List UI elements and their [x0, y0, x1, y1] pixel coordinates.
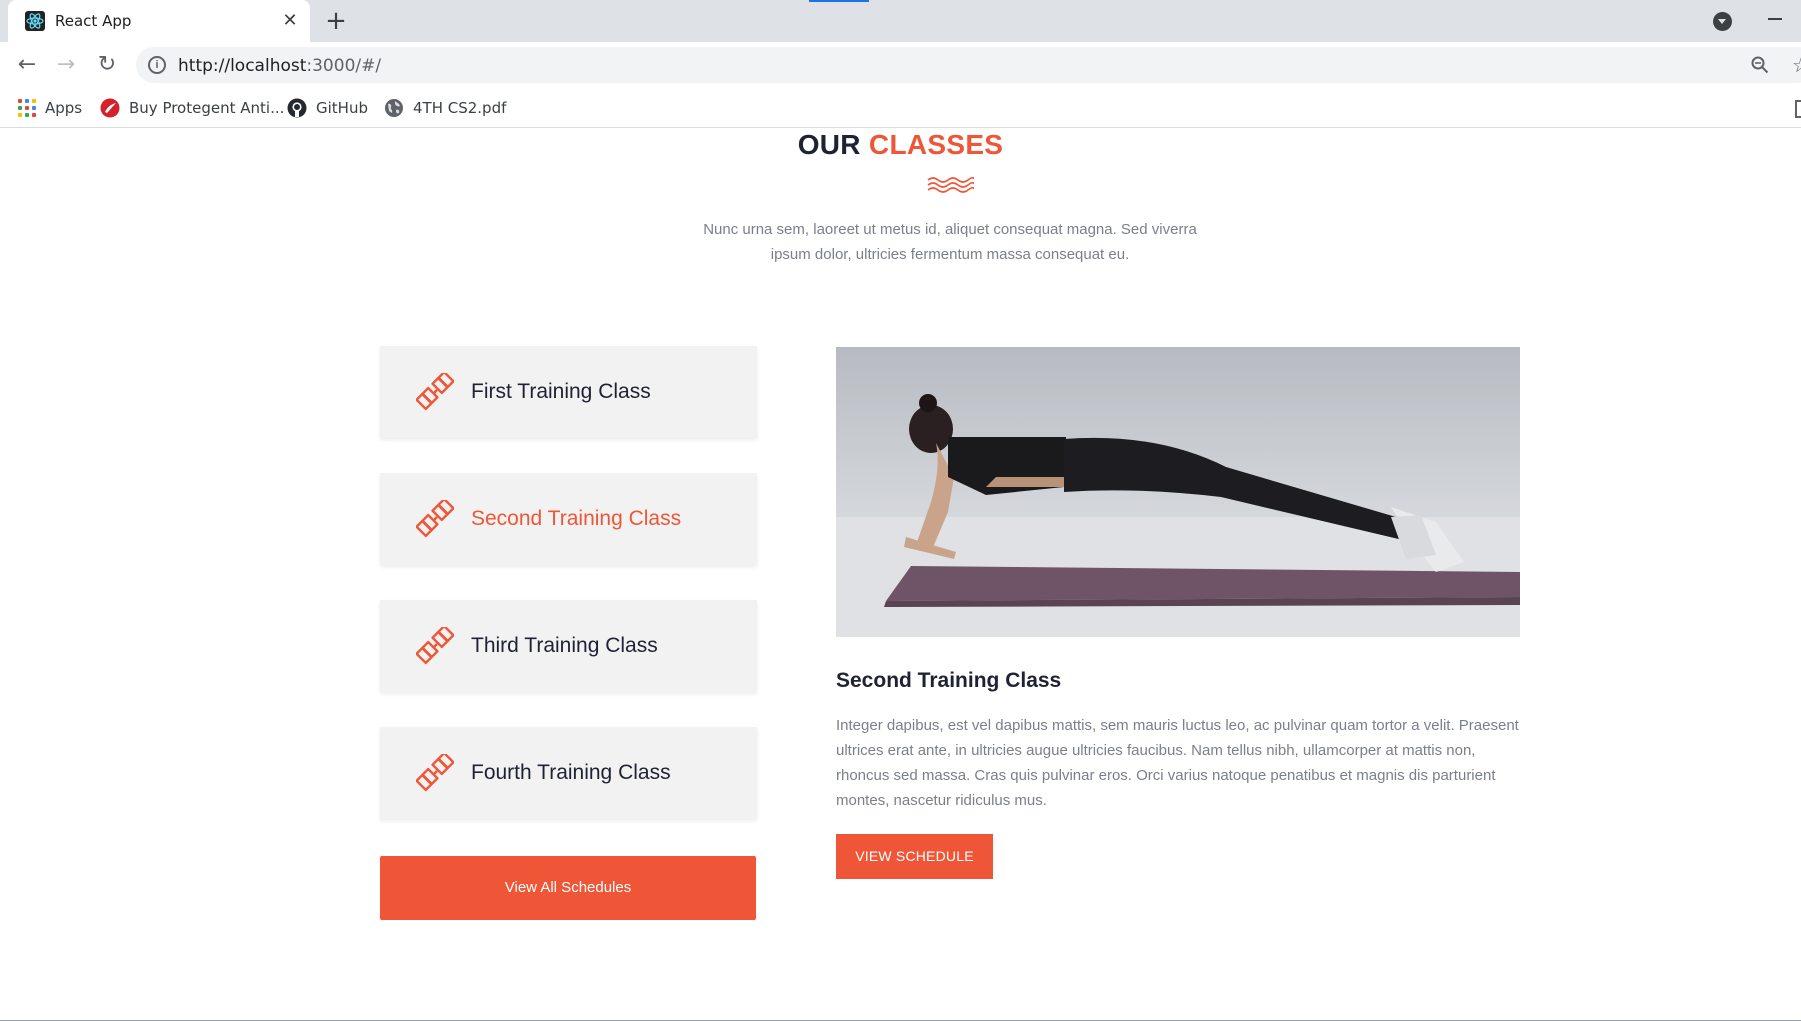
view-all-schedules-button[interactable]: View All Schedules: [380, 856, 756, 920]
zoom-out-icon[interactable]: [1751, 56, 1769, 74]
bookmark-label: 4TH CS2.pdf: [413, 99, 507, 117]
class-card-label: Fourth Training Class: [471, 761, 671, 784]
tab-strip: React App ✕ +: [0, 0, 1801, 42]
class-card-label: Third Training Class: [471, 634, 658, 657]
class-card-first[interactable]: First Training Class: [380, 346, 757, 438]
bookmark-star-icon[interactable]: ☆: [1792, 53, 1801, 78]
heading-accent: CLASSES: [868, 129, 1004, 160]
back-button[interactable]: ←: [14, 52, 40, 78]
class-card-label: First Training Class: [471, 380, 651, 403]
protegent-icon: [100, 98, 120, 118]
section-subtitle: Nunc urna sem, laoreet ut metus id, aliq…: [703, 221, 1197, 263]
new-tab-button[interactable]: +: [323, 8, 349, 35]
bookmark-protegent[interactable]: Buy Protegent Anti...: [100, 96, 284, 120]
url-text[interactable]: http://localhost:3000/#/: [178, 56, 381, 76]
forward-button[interactable]: →: [53, 52, 79, 78]
close-tab-icon[interactable]: ✕: [281, 11, 299, 29]
detail-title: Second Training Class: [836, 669, 1062, 692]
reload-button[interactable]: ↻: [94, 52, 120, 78]
dumbbell-icon: [416, 754, 454, 792]
bookmark-label: Apps: [45, 99, 83, 117]
section-heading: OUR CLASSES: [0, 129, 1801, 161]
minimize-window-button[interactable]: [1768, 18, 1782, 20]
loading-indicator: [809, 0, 869, 2]
view-schedule-button[interactable]: VIEW SCHEDULE: [836, 834, 993, 879]
class-card-third[interactable]: Third Training Class: [380, 600, 757, 692]
class-card-label: Second Training Class: [471, 507, 682, 530]
dumbbell-icon: [416, 627, 454, 665]
site-info-icon[interactable]: i: [148, 56, 166, 74]
wave-divider-icon: [927, 176, 974, 193]
url-host: http://localhost: [178, 56, 307, 76]
dumbbell-icon: [416, 373, 454, 411]
browser-toolbar: ← → ↻ i http://localhost:3000/#/ ☆: [0, 42, 1801, 88]
react-icon: [25, 11, 45, 31]
bookmarks-bar: Apps Buy Protegent Anti... GitHub 4TH CS…: [0, 88, 1801, 128]
heading-prefix: OUR: [797, 129, 861, 160]
profile-menu-icon[interactable]: [1713, 12, 1732, 31]
bookmark-label: Buy Protegent Anti...: [129, 99, 285, 117]
bookmark-label: GitHub: [316, 99, 368, 117]
apps-grid-icon: [18, 99, 36, 117]
detail-description: Integer dapibus, est vel dapibus mattis,…: [836, 717, 1519, 809]
github-icon: [287, 98, 307, 118]
address-bar[interactable]: i http://localhost:3000/#/: [136, 47, 1801, 83]
woman-plank-photo: [836, 347, 1520, 637]
classes-section: OUR CLASSES Nunc urna sem, laoreet ut me…: [0, 129, 1801, 1021]
other-bookmarks-icon[interactable]: [1795, 100, 1801, 118]
bookmark-github[interactable]: GitHub: [287, 96, 368, 120]
globe-icon: [385, 99, 403, 117]
bookmark-apps[interactable]: Apps: [18, 96, 82, 120]
url-path: :3000/#/: [306, 56, 382, 76]
tab-react-app[interactable]: React App ✕: [8, 0, 310, 42]
class-card-second[interactable]: Second Training Class: [380, 473, 757, 565]
class-card-fourth[interactable]: Fourth Training Class: [380, 727, 757, 819]
tab-title: React App: [55, 12, 132, 30]
bookmark-pdf[interactable]: 4TH CS2.pdf: [384, 96, 506, 120]
dumbbell-icon: [416, 500, 454, 538]
